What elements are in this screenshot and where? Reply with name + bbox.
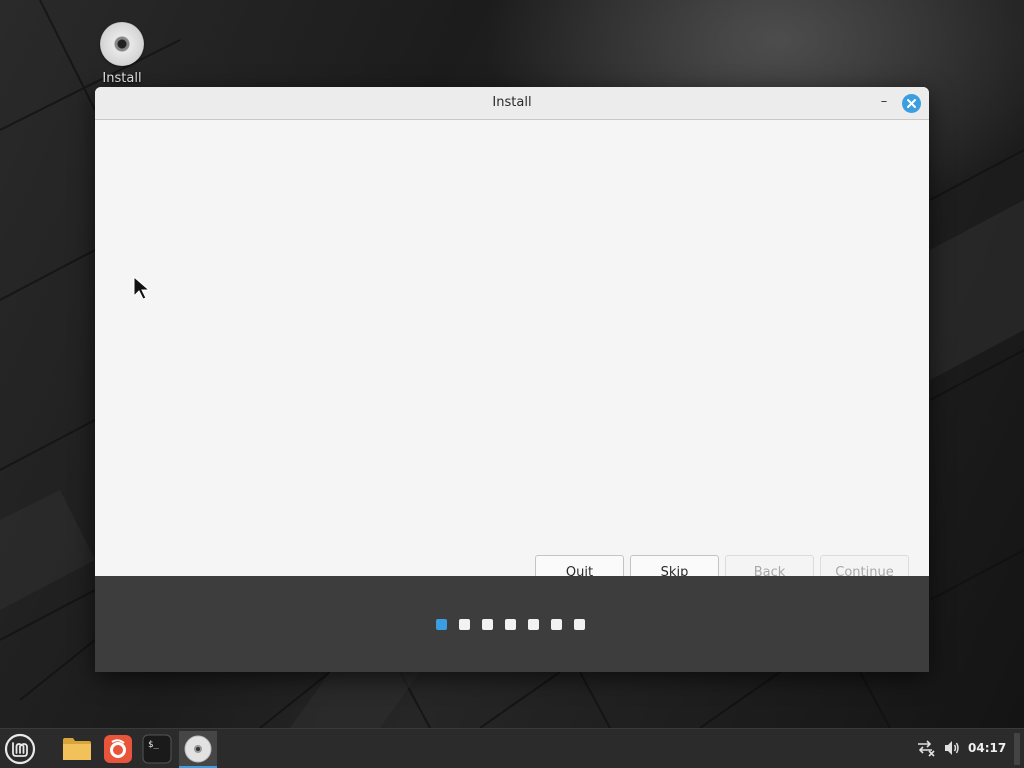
progress-footer [95, 576, 929, 672]
mint-menu-button[interactable] [3, 732, 37, 766]
firefox-launcher[interactable] [101, 732, 135, 766]
window-title: Install [492, 95, 532, 110]
window-titlebar[interactable]: Install – [95, 87, 929, 120]
progress-dot [528, 619, 539, 630]
installer-disc-icon [184, 735, 212, 762]
volume-icon[interactable] [943, 739, 961, 757]
folder-icon [63, 738, 91, 760]
network-disconnected-icon[interactable] [916, 739, 936, 757]
minimize-button[interactable]: – [875, 94, 893, 112]
terminal-launcher[interactable]: $_ [140, 732, 174, 766]
progress-dot [459, 619, 470, 630]
desktop-icon-label: Install [102, 71, 142, 86]
files-launcher[interactable] [60, 732, 94, 766]
show-desktop-button[interactable] [1014, 733, 1020, 765]
svg-text:$_: $_ [148, 740, 159, 750]
installer-taskbar-button[interactable] [179, 731, 217, 768]
progress-dot [551, 619, 562, 630]
firefox-icon [104, 735, 132, 763]
progress-dot [482, 619, 493, 630]
progress-dot-current [436, 619, 447, 630]
progress-dots [436, 619, 585, 630]
installer-content: Quit Skip Back Continue [95, 120, 929, 589]
taskbar: $_ 04:17 [0, 728, 1024, 768]
clock[interactable]: 04:17 [968, 741, 1006, 755]
progress-dot [574, 619, 585, 630]
close-icon [907, 99, 916, 108]
installer-window: Install – Quit Skip Back Continue [95, 87, 929, 672]
disc-icon [100, 22, 144, 66]
terminal-icon: $_ [142, 734, 172, 764]
desktop-icon-install[interactable]: Install [96, 22, 148, 86]
close-button[interactable] [902, 94, 921, 113]
progress-dot [505, 619, 516, 630]
mouse-cursor-icon [133, 276, 151, 300]
mint-menu-icon [4, 733, 36, 765]
